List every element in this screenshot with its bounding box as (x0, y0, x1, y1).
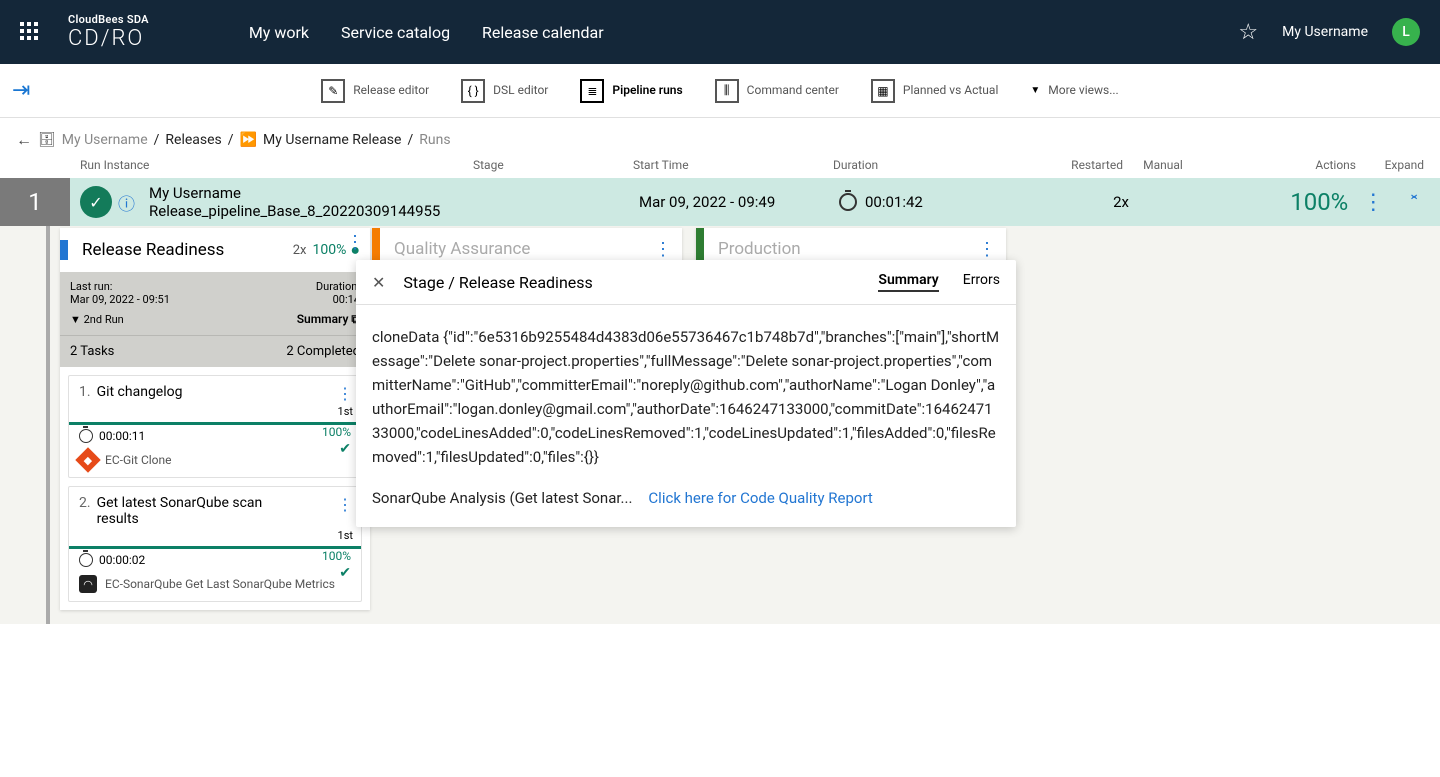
task-more-icon[interactable]: ⋮ (337, 495, 353, 514)
task-percent: 100% (322, 425, 351, 439)
brand-top: CloudBees SDA (68, 13, 149, 26)
tab-errors[interactable]: Errors (963, 272, 1000, 292)
task-attempt: 1st (79, 405, 353, 418)
stage-title: Release Readiness (82, 240, 293, 260)
check-icon: ✔ (339, 441, 351, 457)
favorite-icon[interactable]: ☆ (1238, 20, 1258, 45)
run-selector[interactable]: ▼ 2nd Run (70, 313, 124, 326)
run-number: 1 (0, 178, 70, 226)
stopwatch-icon (839, 193, 857, 211)
col-start: Start Time (633, 158, 833, 172)
duration-value: 00:14 (316, 293, 360, 306)
last-run-value: Mar 09, 2022 - 09:51 (70, 293, 170, 306)
crumb-runs: Runs (419, 132, 450, 148)
code-quality-report-link[interactable]: Click here for Code Quality Report (648, 489, 872, 507)
crumb-release[interactable]: My Username Release (263, 132, 401, 148)
col-run-instance: Run Instance (80, 158, 473, 172)
sonar-analysis-label: SonarQube Analysis (Get latest Sonar... (372, 489, 632, 507)
stage-percent: 100% (312, 242, 346, 258)
fastforward-icon: ⏩ (240, 132, 257, 148)
briefcase-icon: 🗄 (38, 132, 56, 148)
stage-more-icon[interactable]: ⋮ (346, 232, 364, 253)
brand-bottom: CD/RO (68, 26, 149, 51)
task-percent: 100% (322, 549, 351, 563)
col-manual: Manual (1123, 158, 1203, 172)
check-icon: ✔ (339, 565, 351, 581)
row-more-icon[interactable]: ⋮ (1362, 190, 1384, 215)
run-name: My Username Release_pipeline_Base_8_2022… (149, 184, 479, 220)
toolbar-pipeline-runs[interactable]: ≣Pipeline runs (580, 79, 682, 103)
toolbar-dsl-editor[interactable]: { }DSL editor (461, 79, 548, 103)
col-stage: Stage (473, 158, 633, 172)
toolbar-planned-actual[interactable]: ▦Planned vs Actual (871, 79, 998, 103)
toolbar-more-views[interactable]: ▼More views... (1030, 79, 1118, 103)
git-icon: ◆ (75, 447, 100, 472)
stage-summary-panel: ✕ Stage / Release Readiness Summary Erro… (356, 260, 1016, 527)
back-icon[interactable]: ← (16, 130, 32, 150)
panel-title: Stage / Release Readiness (403, 273, 878, 292)
crumb-releases[interactable]: Releases (165, 132, 221, 148)
nav-mywork[interactable]: My work (249, 23, 309, 42)
col-duration: Duration (833, 158, 1033, 172)
avatar[interactable]: L (1392, 18, 1420, 46)
stopwatch-icon (79, 553, 93, 567)
toolbar-release-editor[interactable]: ✎Release editor (321, 79, 429, 103)
task-sonarqube-scan[interactable]: 2.Get latest SonarQube scan results⋮ 1st… (68, 486, 362, 602)
breadcrumb: ← 🗄 My Username / Releases / ⏩ My Userna… (0, 118, 1440, 154)
run-row[interactable]: 1 ✓ ⓘ My Username Release_pipeline_Base_… (0, 178, 1440, 226)
tasks-count: 2 Tasks (70, 344, 114, 359)
col-actions: Actions (1203, 158, 1364, 172)
nav-calendar[interactable]: Release calendar (482, 23, 604, 42)
run-percent: 100% (1209, 188, 1362, 216)
task-more-icon[interactable]: ⋮ (337, 384, 353, 403)
apps-menu-icon[interactable] (20, 22, 40, 42)
summary-link[interactable]: Summary ⧉ (297, 312, 360, 327)
stage-more-icon[interactable]: ⋮ (654, 239, 672, 260)
row-collapse-icon[interactable]: ⌄⌃ (1408, 190, 1420, 215)
expand-sidebar-icon[interactable]: ⇥ (12, 78, 30, 103)
toolbar-command-center[interactable]: ⫼Command center (715, 79, 839, 103)
brand-logo: CloudBees SDA CD/RO (68, 13, 149, 51)
stopwatch-icon (79, 429, 93, 443)
run-restarted: 2x (1039, 193, 1129, 211)
close-icon[interactable]: ✕ (372, 273, 385, 292)
run-start-time: Mar 09, 2022 - 09:49 (639, 193, 839, 211)
info-icon[interactable]: ⓘ (118, 190, 135, 215)
username-label: My Username (1282, 24, 1368, 40)
run-duration: 00:01:42 (839, 193, 1039, 211)
col-restarted: Restarted (1033, 158, 1123, 172)
task-attempt: 1st (79, 529, 353, 542)
stage-release-readiness: Release Readiness 2x 100% ● ⋮ Last run:M… (60, 228, 370, 610)
stage-more-icon[interactable]: ⋮ (978, 239, 996, 260)
col-expand: Expand (1364, 158, 1424, 172)
tab-summary[interactable]: Summary (878, 272, 938, 292)
crumb-user[interactable]: My Username (62, 132, 148, 148)
task-git-changelog[interactable]: 1.Git changelog⋮ 1st 100% 00:00:11 ✔ ◆EC… (68, 375, 362, 478)
stage-restart-count: 2x (293, 243, 307, 258)
panel-body-text: cloneData {"id":"6e5316b9255484d4383d06e… (356, 305, 1016, 489)
last-run-label: Last run: (70, 280, 170, 293)
nav-catalog[interactable]: Service catalog (341, 23, 450, 42)
sonarqube-icon: ◠ (79, 575, 97, 593)
status-success-icon: ✓ (80, 186, 112, 218)
duration-label: Duration: (316, 280, 360, 293)
tasks-completed: 2 Completed (286, 344, 360, 359)
